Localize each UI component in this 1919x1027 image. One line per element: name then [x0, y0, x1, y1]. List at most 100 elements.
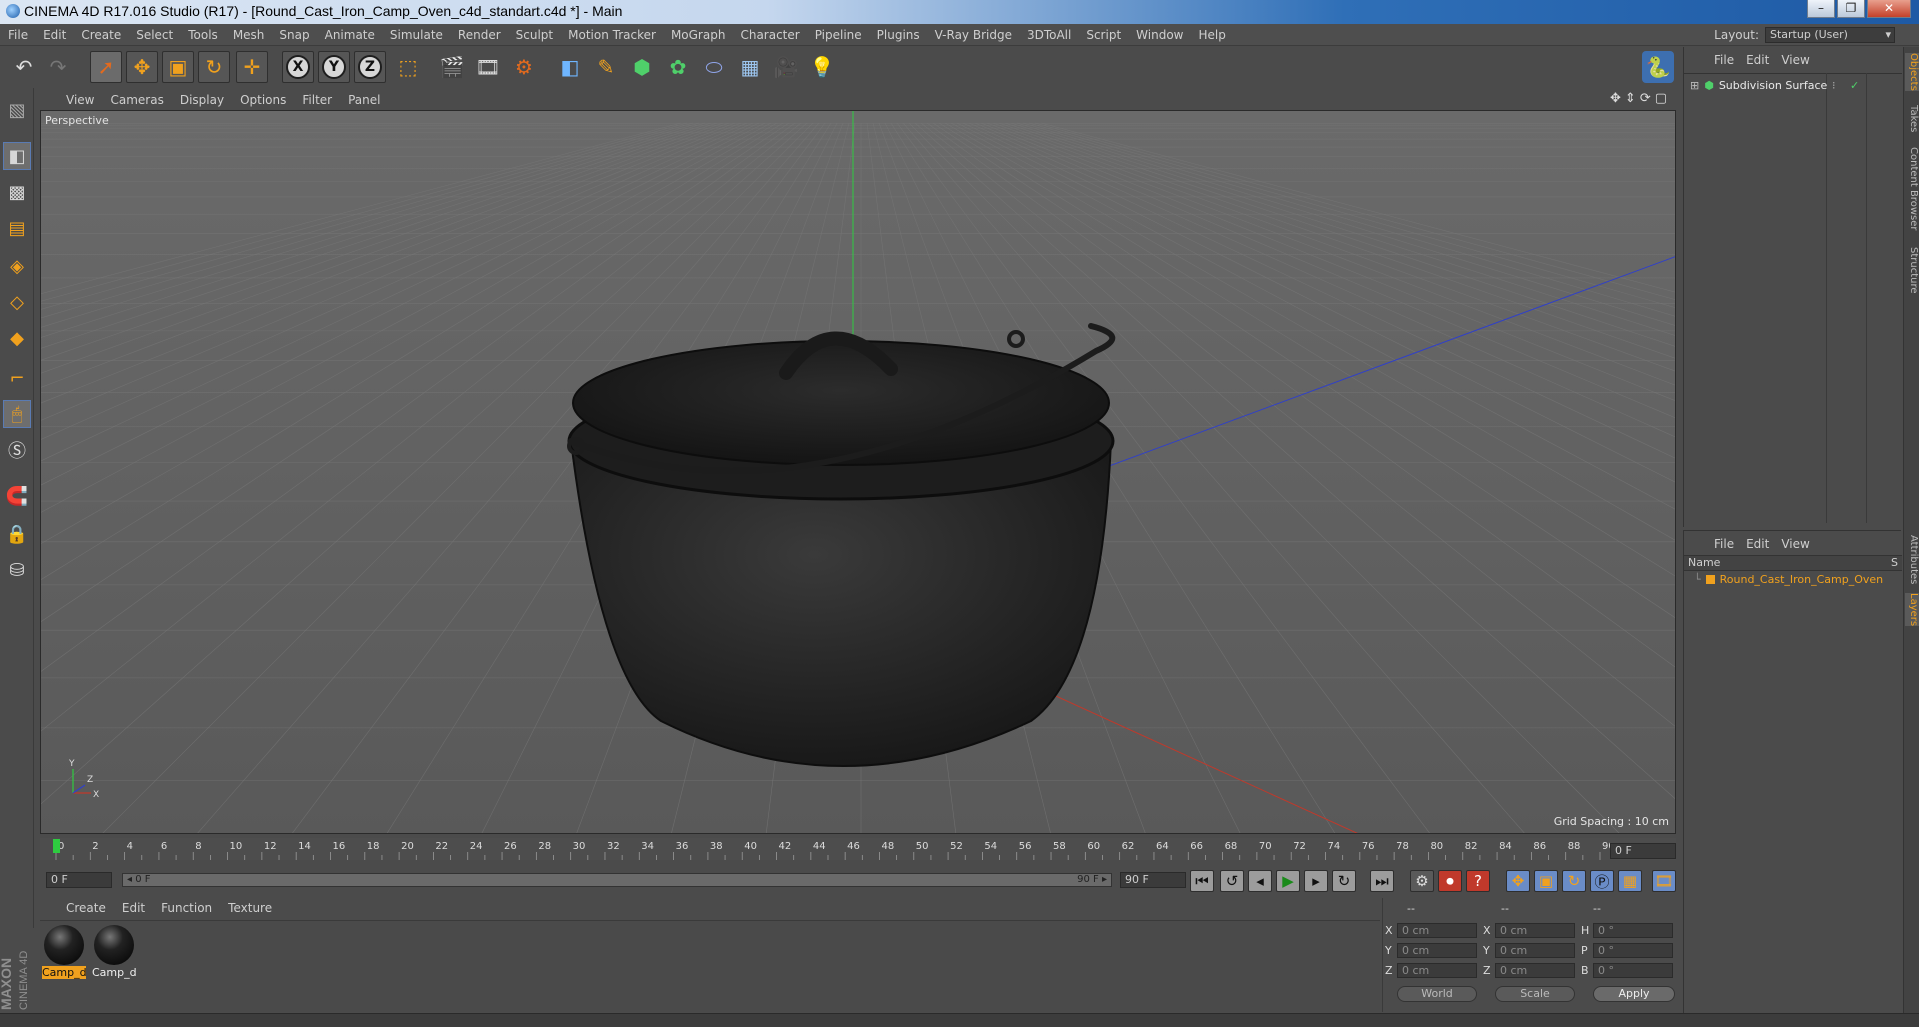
- enabled-check-icon[interactable]: ✓: [1850, 79, 1859, 92]
- viewport-menu-item[interactable]: Cameras: [110, 93, 163, 107]
- move-tool-icon[interactable]: ✥: [126, 51, 158, 83]
- edges-mode-icon[interactable]: ◇: [3, 288, 31, 316]
- pen-spline-icon[interactable]: ✎: [590, 51, 622, 83]
- menu-item[interactable]: Character: [740, 28, 799, 42]
- menu-item[interactable]: Snap: [279, 28, 309, 42]
- menu-item[interactable]: Window: [1136, 28, 1183, 42]
- timeline-ruler[interactable]: 0 2 4 6 8 10 12 14 16 18 20 22 24 26 28 30 32 34 36 38 40 42 4…: [40, 838, 1676, 860]
- material-swatch[interactable]: Camp_d: [92, 925, 137, 983]
- material-menu-item[interactable]: Function: [161, 901, 212, 915]
- expand-icon[interactable]: ⊞: [1690, 79, 1699, 92]
- menu-item[interactable]: Motion Tracker: [568, 28, 656, 42]
- x-axis-toggle[interactable]: X: [282, 51, 314, 83]
- key-parameter-icon[interactable]: Ⓟ: [1590, 870, 1614, 892]
- previous-keyframe-icon[interactable]: ↺: [1220, 870, 1244, 892]
- next-frame-icon[interactable]: ▸: [1304, 870, 1328, 892]
- object-menu-item[interactable]: File: [1714, 53, 1734, 67]
- render-settings-icon[interactable]: ⚙: [508, 51, 540, 83]
- timeline-playhead[interactable]: [53, 839, 60, 853]
- lock-workplane-icon[interactable]: 🔒: [3, 520, 31, 548]
- points-mode-icon[interactable]: ◈: [3, 252, 31, 280]
- menu-item[interactable]: Script: [1086, 28, 1121, 42]
- tab-objects[interactable]: Objects: [1905, 53, 1919, 91]
- viewport-menu-item[interactable]: View: [66, 93, 94, 107]
- size-y-field[interactable]: 0 cm: [1495, 943, 1575, 958]
- key-position-icon[interactable]: ✥: [1506, 870, 1530, 892]
- material-menu-item[interactable]: Create: [66, 901, 106, 915]
- object-menu-item[interactable]: Edit: [1746, 53, 1769, 67]
- size-z-field[interactable]: 0 cm: [1495, 963, 1575, 978]
- coordinate-system-icon[interactable]: ⬚: [392, 51, 424, 83]
- viewport-menu-item[interactable]: Display: [180, 93, 224, 107]
- live-selection-icon[interactable]: ➚: [90, 51, 122, 83]
- tab-attributes[interactable]: Attributes: [1905, 535, 1919, 584]
- rotation-p-field[interactable]: 0 °: [1593, 943, 1673, 958]
- camera-icon[interactable]: 🎥: [770, 51, 802, 83]
- sculpt-mode-icon[interactable]: ▧: [3, 96, 31, 124]
- zoom-view-icon[interactable]: ⇕: [1625, 91, 1636, 106]
- play-icon[interactable]: ▶: [1276, 870, 1300, 892]
- cube-primitive-icon[interactable]: ◧: [554, 51, 586, 83]
- next-keyframe-icon[interactable]: ↻: [1332, 870, 1356, 892]
- viewport-menu-item[interactable]: Panel: [348, 93, 380, 107]
- z-axis-toggle[interactable]: Z: [354, 51, 386, 83]
- key-scale-icon[interactable]: ▣: [1534, 870, 1558, 892]
- workplane-mode-icon[interactable]: ▤: [3, 214, 31, 242]
- snapping-icon[interactable]: 🧲: [3, 482, 31, 510]
- menu-item[interactable]: Render: [458, 28, 501, 42]
- position-y-field[interactable]: 0 cm: [1397, 943, 1477, 958]
- size-x-field[interactable]: 0 cm: [1495, 923, 1575, 938]
- object-menu-item[interactable]: View: [1781, 53, 1809, 67]
- menu-item[interactable]: File: [8, 28, 28, 42]
- minimize-button[interactable]: –: [1807, 0, 1835, 18]
- recent-tool-icon[interactable]: ✛: [236, 51, 268, 83]
- menu-item[interactable]: Edit: [43, 28, 66, 42]
- previous-frame-icon[interactable]: ◂: [1248, 870, 1272, 892]
- mograph-cloner-icon[interactable]: ✿: [662, 51, 694, 83]
- key-rotation-icon[interactable]: ↻: [1562, 870, 1586, 892]
- frame-range-slider[interactable]: ◂ 0 F 90 F ▸: [122, 873, 1112, 887]
- material-swatch[interactable]: Camp_d: [42, 925, 87, 983]
- tweak-mode-icon[interactable]: 🖱: [3, 400, 31, 428]
- maximize-button[interactable]: ❐: [1837, 0, 1865, 18]
- undo-icon[interactable]: ↶: [8, 51, 40, 83]
- planar-workplane-icon[interactable]: ⛁: [3, 556, 31, 584]
- menu-item[interactable]: Simulate: [390, 28, 443, 42]
- redo-icon[interactable]: ↷: [42, 51, 74, 83]
- layer-menu-item[interactable]: File: [1714, 537, 1734, 551]
- tab-content-browser[interactable]: Content Browser: [1905, 147, 1919, 230]
- toggle-views-icon[interactable]: ▢: [1655, 91, 1667, 106]
- texture-mode-icon[interactable]: ▩: [3, 178, 31, 206]
- material-menu-item[interactable]: Edit: [122, 901, 145, 915]
- object-row[interactable]: ⊞ ⬢ Subdivision Surface ⁝ ✓: [1690, 79, 1859, 92]
- record-keyframe-icon[interactable]: ⏺: [1438, 870, 1462, 892]
- viewport-menu-item[interactable]: Options: [240, 93, 286, 107]
- model-mode-icon[interactable]: ◧: [3, 142, 31, 170]
- size-mode-dropdown[interactable]: Scale: [1495, 986, 1575, 1002]
- viewport-menu-item[interactable]: Filter: [302, 93, 332, 107]
- python-icon[interactable]: 🐍: [1642, 51, 1674, 83]
- tab-takes[interactable]: Takes: [1905, 105, 1919, 132]
- menu-item[interactable]: MoGraph: [671, 28, 726, 42]
- layer-row[interactable]: └ Round_Cast_Iron_Camp_Oven: [1694, 573, 1883, 586]
- solo-mode-icon[interactable]: Ⓢ: [3, 436, 31, 464]
- light-icon[interactable]: 💡: [806, 51, 838, 83]
- menu-item[interactable]: Mesh: [233, 28, 265, 42]
- render-picture-viewer-icon[interactable]: 🎞: [472, 51, 504, 83]
- tab-layers[interactable]: Layers: [1905, 593, 1919, 627]
- polygons-mode-icon[interactable]: ◆: [3, 324, 31, 352]
- rotate-tool-icon[interactable]: ↻: [198, 51, 230, 83]
- menu-item[interactable]: Select: [136, 28, 173, 42]
- go-to-start-icon[interactable]: ⏮: [1190, 870, 1214, 892]
- layer-menu-item[interactable]: Edit: [1746, 537, 1769, 551]
- position-z-field[interactable]: 0 cm: [1397, 963, 1477, 978]
- material-menu-item[interactable]: Texture: [228, 901, 272, 915]
- axis-mode-icon[interactable]: ⌐: [3, 364, 31, 392]
- current-frame-field[interactable]: 0 F: [1610, 843, 1676, 859]
- layer-menu-item[interactable]: View: [1781, 537, 1809, 551]
- apply-button[interactable]: Apply: [1593, 986, 1675, 1002]
- record-motion-icon[interactable]: ⚙: [1410, 870, 1434, 892]
- coordinate-space-dropdown[interactable]: World: [1397, 986, 1477, 1002]
- menu-item[interactable]: Help: [1198, 28, 1225, 42]
- timeline-window-icon[interactable]: 🎞: [1652, 870, 1676, 892]
